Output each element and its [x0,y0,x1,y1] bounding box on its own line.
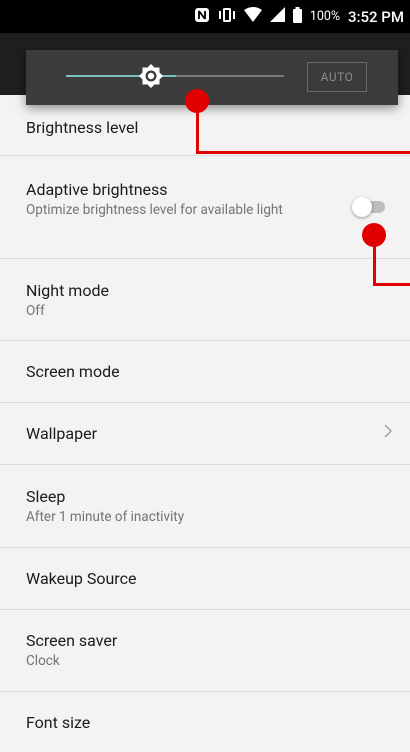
setting-title: Font size [26,713,91,732]
setting-title: Brightness level [26,118,139,137]
auto-brightness-button[interactable]: AUTO [307,62,367,92]
nfc-icon [194,7,210,27]
adaptive-brightness-toggle[interactable] [352,197,386,217]
setting-title: Night mode [26,281,109,300]
toggle-knob [352,197,372,217]
setting-title: Wallpaper [26,424,97,443]
setting-title: Screen saver [26,631,118,650]
setting-wallpaper[interactable]: Wallpaper [0,403,410,465]
setting-subtitle: Optimize brightness level for available … [26,202,283,218]
setting-title: Wakeup Source [26,569,137,588]
signal-icon [269,7,285,26]
battery-icon [292,6,302,27]
brightness-slider-thumb[interactable] [138,63,164,89]
brightness-slider-empty-track[interactable] [176,75,284,77]
vibrate-icon [218,7,236,27]
setting-screen-mode[interactable]: Screen mode [0,341,410,403]
settings-list: Brightness level Adaptive brightness Opt… [0,95,410,752]
battery-percent: 100% [309,9,341,24]
setting-night-mode[interactable]: Night mode Off [0,259,410,341]
setting-title: Sleep [26,487,66,506]
wifi-icon [243,7,262,26]
status-bar: 100% 3:52 PM [0,0,410,33]
annotation-marker [362,223,386,247]
setting-wakeup-source[interactable]: Wakeup Source [0,548,410,610]
setting-screen-saver[interactable]: Screen saver Clock [0,610,410,692]
setting-adaptive-brightness[interactable]: Adaptive brightness Optimize brightness … [0,156,410,259]
setting-subtitle: After 1 minute of inactivity [26,509,185,525]
setting-sleep[interactable]: Sleep After 1 minute of inactivity [0,465,410,548]
annotation-line [373,283,410,286]
brightness-icon [139,64,163,88]
setting-subtitle: Off [26,303,45,319]
setting-title: Screen mode [26,362,120,381]
status-time: 3:52 PM [348,7,404,26]
chevron-right-icon [384,422,392,443]
annotation-marker [185,89,209,113]
status-icons [194,6,302,27]
setting-font-size[interactable]: Font size [0,692,410,752]
setting-subtitle: Clock [26,653,60,669]
annotation-line [196,151,410,154]
